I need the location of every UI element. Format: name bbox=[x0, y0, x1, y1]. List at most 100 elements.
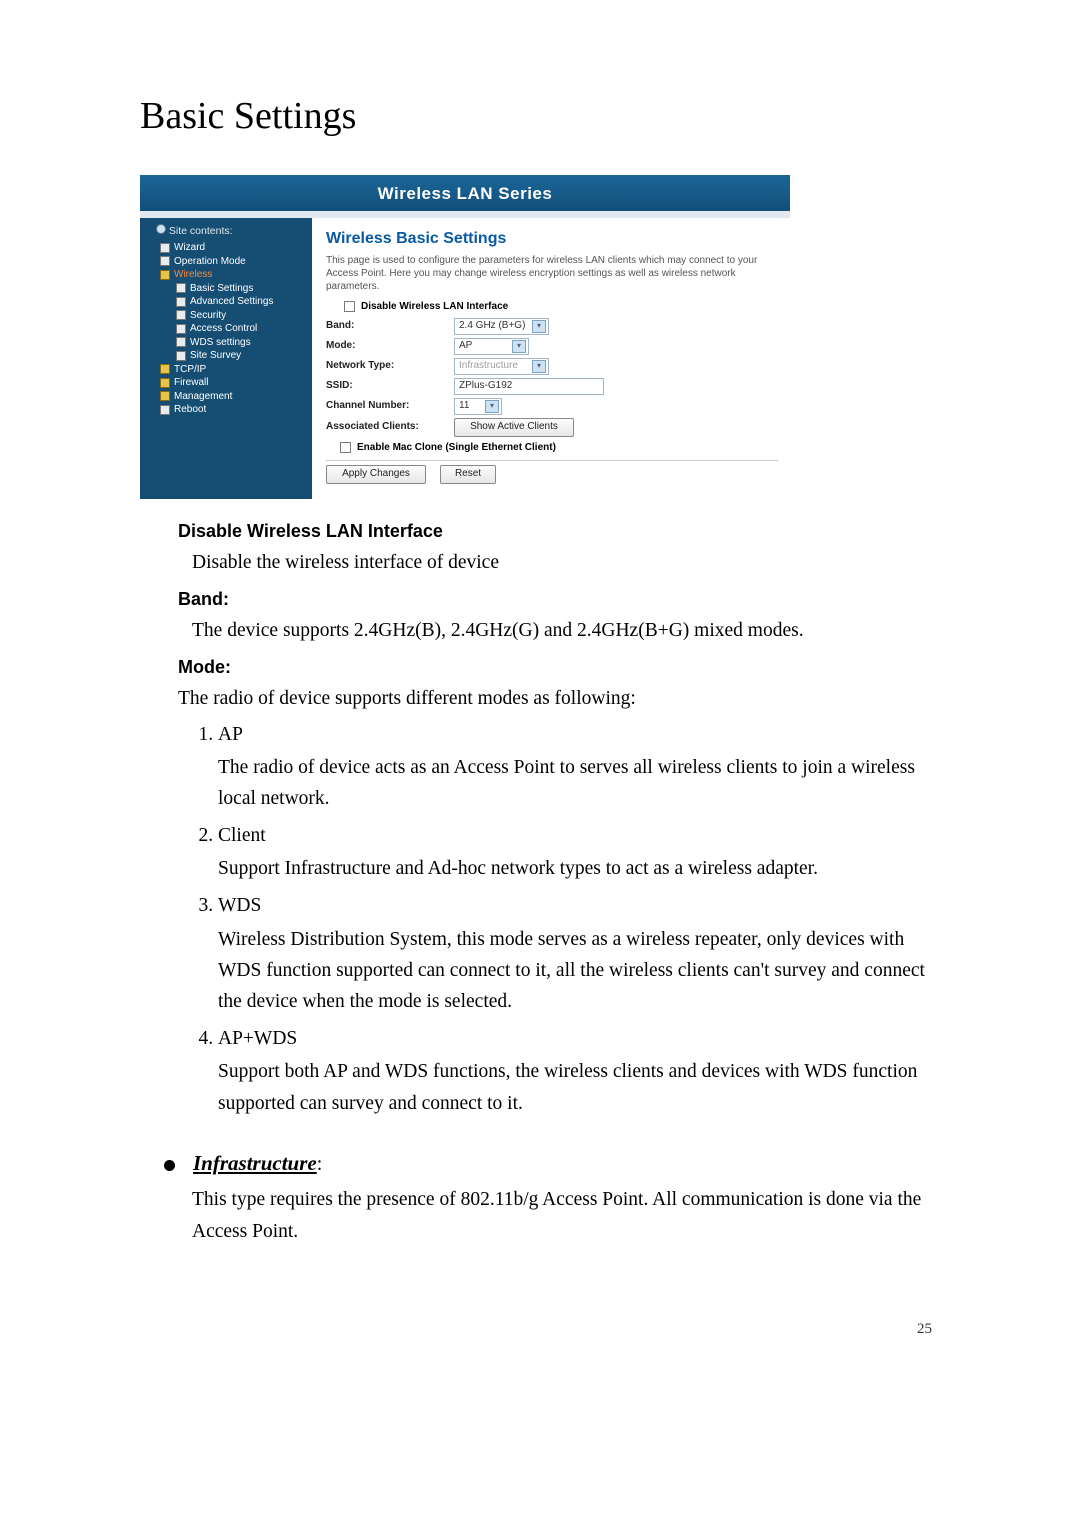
apply-changes-button[interactable]: Apply Changes bbox=[326, 465, 426, 484]
mode-item: WDSWireless Distribution System, this mo… bbox=[218, 890, 940, 1017]
mac-clone-checkbox[interactable] bbox=[340, 442, 351, 453]
main-panel: Wireless Basic Settings This page is use… bbox=[312, 218, 790, 499]
mode-item-title: AP+WDS bbox=[218, 1023, 940, 1054]
sidebar-item-basic-settings[interactable]: Basic Settings bbox=[146, 282, 312, 296]
disable-wlan-checkbox[interactable] bbox=[344, 301, 355, 312]
sidebar-item-access-control[interactable]: Access Control bbox=[146, 322, 312, 336]
sidebar-item-label: TCP/IP bbox=[174, 363, 206, 377]
chevron-down-icon: ▾ bbox=[512, 340, 526, 353]
chevron-down-icon: ▾ bbox=[532, 320, 546, 333]
sidebar-item-management[interactable]: Management bbox=[146, 390, 312, 404]
sidebar-item-wds-settings[interactable]: WDS settings bbox=[146, 336, 312, 350]
mode-body: The radio of device supports different m… bbox=[178, 683, 940, 714]
sidebar-item-label: Access Control bbox=[190, 322, 257, 336]
channel-select[interactable]: 11 ▾ bbox=[454, 398, 502, 415]
disable-wlan-row: Disable Wireless LAN Interface bbox=[326, 299, 778, 315]
sidebar-item-label: Advanced Settings bbox=[190, 295, 273, 309]
show-active-clients-button[interactable]: Show Active Clients bbox=[454, 418, 574, 437]
ssid-label: SSID: bbox=[326, 378, 448, 394]
infra-row: Infrastructure: bbox=[164, 1147, 940, 1181]
doc-icon bbox=[176, 310, 186, 320]
sidebar-item-label: Wireless bbox=[174, 268, 212, 282]
sidebar-item-label: Operation Mode bbox=[174, 255, 246, 269]
sidebar-item-label: Firewall bbox=[174, 376, 208, 390]
disable-wlan-label: Disable Wireless LAN Interface bbox=[361, 299, 508, 315]
band-label: Band: bbox=[326, 318, 448, 334]
screenshot-header-gap bbox=[140, 211, 790, 218]
panel-desc: This page is used to configure the param… bbox=[326, 254, 778, 293]
sidebar-item-tcp/ip[interactable]: TCP/IP bbox=[146, 363, 312, 377]
doc-icon bbox=[176, 297, 186, 307]
mode-item: AP+WDSSupport both AP and WDS functions,… bbox=[218, 1023, 940, 1119]
divider bbox=[326, 460, 778, 461]
mode-item-title: WDS bbox=[218, 890, 940, 921]
infra-body: This type requires the presence of 802.1… bbox=[192, 1184, 940, 1246]
band-head: Band: bbox=[178, 585, 940, 614]
infra-head: Infrastructure bbox=[193, 1151, 317, 1175]
ntype-value: Infrastructure bbox=[459, 358, 518, 374]
sidebar-item-label: Management bbox=[174, 390, 232, 404]
sidebar-item-wireless[interactable]: Wireless bbox=[146, 268, 312, 282]
mode-value: AP bbox=[459, 338, 472, 354]
mode-head: Mode: bbox=[178, 653, 940, 682]
band-select[interactable]: 2.4 GHz (B+G) ▾ bbox=[454, 318, 549, 335]
mode-item-body: Support both AP and WDS functions, the w… bbox=[218, 1056, 940, 1118]
mode-item: APThe radio of device acts as an Access … bbox=[218, 719, 940, 815]
doc-icon bbox=[160, 243, 170, 253]
doc-icon bbox=[160, 256, 170, 266]
dwli-head: Disable Wireless LAN Interface bbox=[178, 517, 940, 546]
mode-list: APThe radio of device acts as an Access … bbox=[192, 719, 940, 1119]
sidebar: Site contents: WizardOperation ModeWirel… bbox=[140, 218, 312, 499]
doc-icon bbox=[176, 283, 186, 293]
sidebar-item-firewall[interactable]: Firewall bbox=[146, 376, 312, 390]
sidebar-title: Site contents: bbox=[146, 222, 312, 241]
folder-icon bbox=[160, 364, 170, 374]
channel-value: 11 bbox=[459, 398, 469, 414]
sidebar-item-label: Security bbox=[190, 309, 226, 323]
sidebar-item-site-survey[interactable]: Site Survey bbox=[146, 349, 312, 363]
mode-item-title: Client bbox=[218, 820, 940, 851]
screenshot-header: Wireless LAN Series bbox=[140, 175, 790, 211]
folder-icon bbox=[160, 391, 170, 401]
ntype-select[interactable]: Infrastructure ▾ bbox=[454, 358, 549, 375]
doc-body: Disable Wireless LAN Interface Disable t… bbox=[140, 517, 940, 1119]
bullet-icon bbox=[164, 1160, 175, 1171]
sidebar-item-label: Site Survey bbox=[190, 349, 241, 363]
sidebar-item-reboot[interactable]: Reboot bbox=[146, 403, 312, 417]
dwli-body: Disable the wireless interface of device bbox=[192, 547, 940, 578]
band-body: The device supports 2.4GHz(B), 2.4GHz(G)… bbox=[192, 615, 940, 646]
mode-item-title: AP bbox=[218, 719, 940, 750]
ssid-input[interactable]: ZPlus-G192 bbox=[454, 378, 604, 395]
mode-item-body: Support Infrastructure and Ad-hoc networ… bbox=[218, 853, 940, 884]
folder-icon bbox=[160, 270, 170, 280]
sidebar-item-security[interactable]: Security bbox=[146, 309, 312, 323]
globe-icon bbox=[156, 224, 166, 234]
mode-item-body: Wireless Distribution System, this mode … bbox=[218, 924, 940, 1018]
sidebar-item-label: Wizard bbox=[174, 241, 205, 255]
sidebar-item-label: Basic Settings bbox=[190, 282, 253, 296]
sidebar-item-advanced-settings[interactable]: Advanced Settings bbox=[146, 295, 312, 309]
page-number: 25 bbox=[140, 1317, 940, 1341]
doc-icon bbox=[176, 337, 186, 347]
doc-icon bbox=[160, 405, 170, 415]
page-title: Basic Settings bbox=[140, 86, 940, 147]
mode-item-body: The radio of device acts as an Access Po… bbox=[218, 752, 940, 814]
sidebar-item-label: WDS settings bbox=[190, 336, 251, 350]
mode-select[interactable]: AP ▾ bbox=[454, 338, 529, 355]
chevron-down-icon: ▾ bbox=[485, 400, 499, 413]
ntype-label: Network Type: bbox=[326, 358, 448, 374]
reset-button[interactable]: Reset bbox=[440, 465, 496, 484]
router-ui-screenshot: Wireless LAN Series Site contents: Wizar… bbox=[140, 175, 790, 499]
folder-icon bbox=[160, 378, 170, 388]
sidebar-item-operation-mode[interactable]: Operation Mode bbox=[146, 255, 312, 269]
doc-icon bbox=[176, 351, 186, 361]
doc-icon bbox=[176, 324, 186, 334]
assoc-label: Associated Clients: bbox=[326, 419, 448, 435]
sidebar-title-text: Site contents: bbox=[169, 225, 233, 237]
mac-clone-label: Enable Mac Clone (Single Ethernet Client… bbox=[357, 440, 556, 456]
sidebar-item-wizard[interactable]: Wizard bbox=[146, 241, 312, 255]
panel-title: Wireless Basic Settings bbox=[326, 226, 778, 252]
mode-label: Mode: bbox=[326, 338, 448, 354]
band-value: 2.4 GHz (B+G) bbox=[459, 318, 525, 334]
infra-colon: : bbox=[317, 1153, 323, 1175]
